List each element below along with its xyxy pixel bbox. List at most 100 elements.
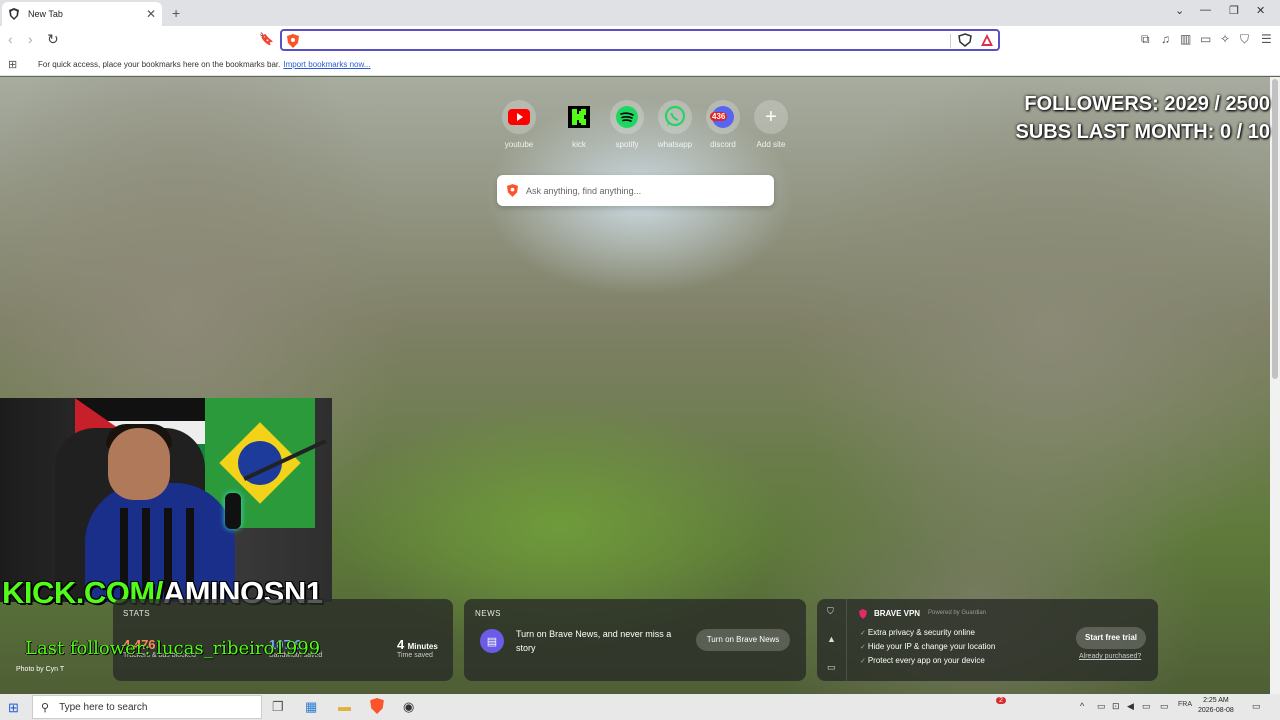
leo-ai-icon[interactable]: ✧: [1220, 32, 1230, 46]
news-icon: ▤: [480, 629, 504, 653]
scrollbar-thumb[interactable]: [1272, 79, 1278, 379]
reload-icon[interactable]: ↻: [47, 31, 59, 48]
top-site-spotify[interactable]: spotify: [603, 100, 651, 149]
whatsapp-icon: [658, 100, 692, 134]
youtube-icon: [502, 100, 536, 134]
vpn-feature: Hide your IP & change your location: [860, 640, 995, 654]
brave-lion-icon[interactable]: [287, 34, 299, 48]
discord-icon: 436: [706, 100, 740, 134]
news-widget: NEWS ▤ Turn on Brave News, and never mis…: [464, 599, 806, 681]
taskbar-search[interactable]: ⚲ Type here to search: [32, 695, 262, 719]
stream-goals-overlay: FOLLOWERS: 2029 / 2500 SUBS LAST MONTH: …: [1016, 90, 1270, 146]
clock-date: 2026-08-08: [1198, 707, 1234, 714]
taskbar-clock[interactable]: 2:25 AM 2026-08-08: [1198, 696, 1234, 716]
taskbar: ⊞ ⚲ Type here to search ❐ ▦ ▬ ◉ 2 ^ ▭ ⊡ …: [0, 694, 1280, 720]
windows-start-icon[interactable]: ⊞: [8, 700, 19, 716]
language-indicator[interactable]: FRA: [1178, 701, 1192, 708]
top-site-label: youtube: [504, 140, 534, 149]
page-scrollbar[interactable]: [1270, 77, 1280, 694]
top-site-label: kick: [572, 140, 586, 149]
brave-taskbar-icon[interactable]: [370, 698, 384, 714]
news-title: NEWS: [475, 609, 501, 618]
plus-icon: +: [754, 100, 788, 134]
brave-rewards-icon[interactable]: [980, 33, 994, 47]
time-stat: 4 Minutes Time saved: [397, 637, 438, 659]
close-tab-icon[interactable]: ✕: [146, 7, 156, 21]
top-site-add[interactable]: + Add site: [747, 100, 795, 149]
address-bar[interactable]: [280, 29, 1000, 51]
bookmark-icon[interactable]: 🔖: [259, 32, 274, 46]
photo-credit[interactable]: Photo by Cyn T: [16, 666, 64, 673]
turn-on-news-button[interactable]: Turn on Brave News: [696, 629, 790, 651]
vpn-icon[interactable]: ⛉: [1240, 32, 1249, 47]
apps-grid-icon[interactable]: ⊞: [8, 58, 20, 71]
close-window-icon[interactable]: ✕: [1256, 4, 1265, 17]
vpn-widget: ⛉ ▲ ▭ BRAVE VPN Powered by Guardian Extr…: [817, 599, 1158, 681]
top-site-label: Add site: [756, 140, 786, 149]
notifications-icon[interactable]: ▭: [1252, 701, 1261, 712]
brave-lion-icon: [507, 184, 518, 197]
obs-icon[interactable]: ◉: [403, 699, 414, 715]
tab-search-chevron-icon[interactable]: ⌄: [1175, 4, 1184, 17]
keyboard-icon[interactable]: ▭: [1142, 701, 1151, 712]
store-icon[interactable]: ▦: [305, 699, 317, 715]
rewards-triangle-icon[interactable]: ▲: [827, 634, 836, 644]
maximize-icon[interactable]: ❐: [1229, 4, 1239, 17]
widget-switcher: ⛉ ▲ ▭: [817, 599, 847, 681]
tab-new-tab[interactable]: New Tab ✕: [2, 2, 162, 26]
notification-badge: 2: [996, 697, 1006, 704]
tray-chevron-icon[interactable]: ^: [1080, 701, 1084, 711]
forward-icon[interactable]: ›: [28, 31, 33, 47]
wallet-icon[interactable]: ▭: [1200, 32, 1211, 46]
vpn-powered-by: Powered by Guardian: [928, 610, 987, 616]
time-value: 4: [397, 637, 405, 652]
task-view-icon[interactable]: ❐: [272, 699, 284, 715]
ntp-search-box[interactable]: Ask anything, find anything...: [497, 175, 774, 206]
subs-goal: SUBS LAST MONTH: 0 / 10: [1015, 121, 1270, 143]
minimize-icon[interactable]: —: [1200, 4, 1211, 16]
last-follower-overlay: Last follower: lucas_ribeiro1999: [25, 638, 321, 659]
start-free-trial-button[interactable]: Start free trial: [1076, 627, 1146, 649]
sidebar-icon[interactable]: ▥: [1180, 32, 1191, 46]
news-text: Turn on Brave News, and never miss a sto…: [516, 629, 672, 653]
network-icon[interactable]: ⊡: [1112, 701, 1120, 712]
display-icon[interactable]: ▭: [1160, 701, 1169, 712]
vpn-logo-icon: [859, 609, 867, 619]
vpn-feature: Extra privacy & security online: [860, 626, 995, 640]
cards-icon[interactable]: ▭: [827, 662, 836, 673]
spotify-icon: [610, 100, 644, 134]
vpn-title: BRAVE VPN: [874, 609, 921, 618]
back-icon[interactable]: ‹: [8, 31, 13, 47]
address-separator: [950, 34, 951, 48]
followers-goal: FOLLOWERS: 2029 / 2500: [1024, 93, 1270, 115]
microphone: [225, 493, 241, 529]
top-site-youtube[interactable]: youtube: [495, 100, 543, 149]
extensions-icon[interactable]: ⧉: [1141, 32, 1150, 47]
top-site-kick[interactable]: kick: [555, 100, 603, 149]
new-tab-plus-icon[interactable]: +: [172, 5, 180, 21]
discord-badge: 436: [710, 112, 728, 121]
menu-icon[interactable]: ☰: [1261, 32, 1272, 46]
search-icon: ⚲: [41, 701, 50, 714]
vpn-features: Extra privacy & security online Hide you…: [860, 626, 995, 668]
vpn-feature: Protect every app on your device: [860, 654, 995, 668]
streamer-head: [108, 428, 170, 500]
top-site-label: discord: [710, 140, 736, 149]
volume-icon[interactable]: ◀: [1127, 701, 1134, 712]
file-explorer-icon[interactable]: ▬: [338, 699, 351, 714]
time-unit: Minutes: [407, 642, 438, 651]
brave-shields-icon[interactable]: [958, 33, 972, 47]
taskbar-search-placeholder: Type here to search: [59, 701, 148, 713]
top-sites: youtube kick spotify whatsapp 436 discor…: [495, 100, 795, 149]
search-placeholder: Ask anything, find anything...: [526, 185, 642, 196]
already-purchased-link[interactable]: Already purchased?: [1079, 653, 1141, 660]
stats-title: STATS: [123, 609, 151, 618]
import-bookmarks-link[interactable]: Import bookmarks now...: [283, 60, 370, 69]
top-site-whatsapp[interactable]: whatsapp: [651, 100, 699, 149]
top-site-discord[interactable]: 436 discord: [699, 100, 747, 149]
vpn-shield-icon[interactable]: ⛉: [827, 606, 834, 617]
tab-title: New Tab: [28, 9, 63, 19]
webcam-overlay: [0, 398, 332, 602]
media-icon[interactable]: ♫: [1161, 32, 1170, 46]
battery-icon[interactable]: ▭: [1097, 701, 1106, 712]
